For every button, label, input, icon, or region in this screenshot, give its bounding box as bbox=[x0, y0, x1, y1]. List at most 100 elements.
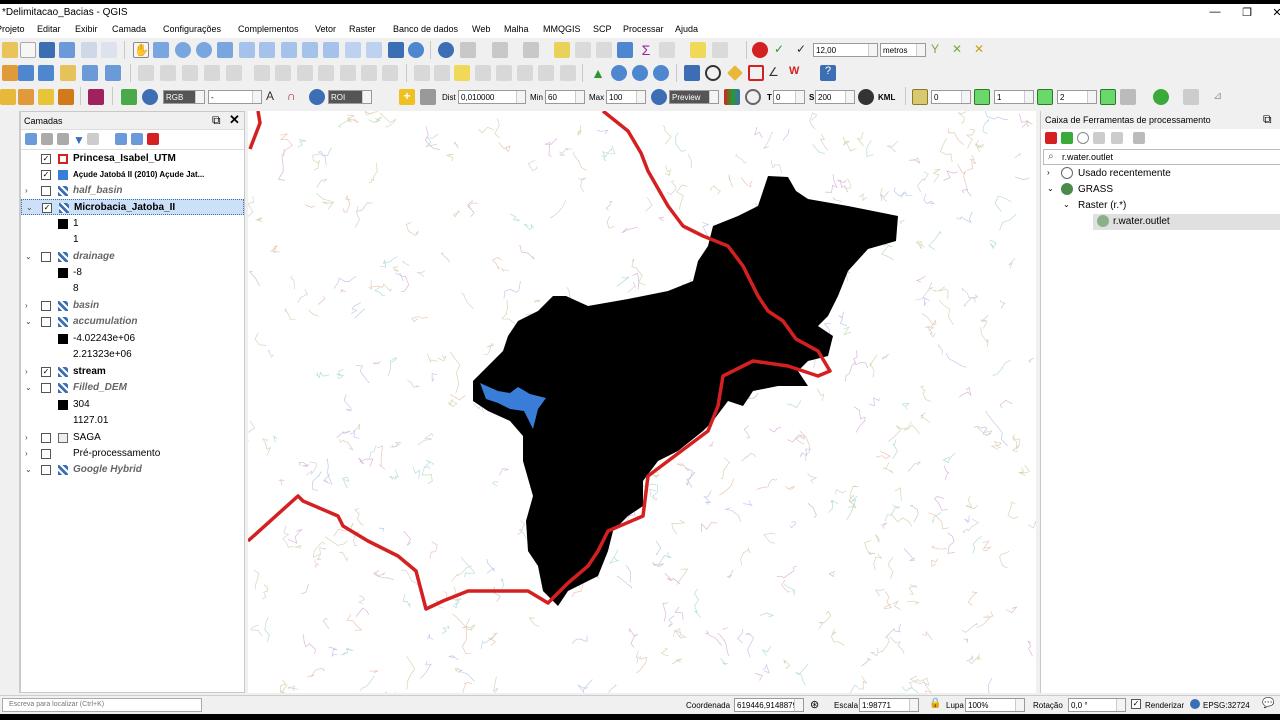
layer-microbacia-jatoba[interactable]: ⌄ ✓ Microbacia_Jatoba_II bbox=[21, 199, 244, 215]
globe-zoom-icon[interactable] bbox=[632, 65, 648, 81]
collapse-icon[interactable]: ⌄ bbox=[25, 380, 32, 396]
vertex-tool-icon[interactable] bbox=[226, 65, 242, 81]
group-pre-processamento[interactable]: › Pré-processamento bbox=[21, 446, 244, 462]
scripts-icon[interactable] bbox=[1061, 132, 1073, 144]
add-spatialite-icon[interactable] bbox=[60, 65, 76, 81]
green-globe-icon[interactable] bbox=[1153, 89, 1169, 105]
processing-toolbox-icon[interactable] bbox=[617, 42, 633, 58]
annotation-icon[interactable] bbox=[712, 42, 728, 58]
pan-hand-icon[interactable]: ✋ bbox=[133, 42, 149, 58]
undo-icon[interactable] bbox=[361, 65, 377, 81]
reset-icon[interactable] bbox=[745, 89, 761, 105]
new-map-view-icon[interactable] bbox=[345, 42, 361, 58]
close-window-icon[interactable]: ✕ bbox=[1262, 6, 1280, 19]
menu-scp[interactable]: SCP bbox=[593, 24, 612, 34]
deselect-icon[interactable] bbox=[554, 42, 570, 58]
cut-features-icon[interactable] bbox=[297, 65, 313, 81]
tree-recent[interactable]: › Usado recentemente bbox=[1041, 166, 1280, 182]
wfs-icon[interactable]: W bbox=[789, 65, 805, 81]
layer-basin[interactable]: › basin bbox=[21, 298, 244, 314]
layer-accumulation[interactable]: ⌄ accumulation bbox=[21, 314, 244, 330]
add-delimited-icon[interactable] bbox=[38, 65, 54, 81]
measure-icon[interactable] bbox=[659, 42, 675, 58]
edit-in-place-icon[interactable] bbox=[1111, 132, 1123, 144]
options-icon[interactable] bbox=[1133, 132, 1145, 144]
minimize-icon[interactable]: — bbox=[1200, 6, 1230, 18]
plugin-gray-icon[interactable] bbox=[1183, 89, 1199, 105]
layer-checkbox[interactable] bbox=[41, 317, 51, 327]
layer-checkbox[interactable] bbox=[41, 383, 51, 393]
collapse-icon[interactable]: ⌄ bbox=[25, 314, 32, 330]
menu-editar[interactable]: Editar bbox=[37, 24, 61, 34]
angle-tool-icon[interactable]: ∠ bbox=[768, 65, 784, 81]
tree-raster[interactable]: ⌄ Raster (r.*) bbox=[1041, 198, 1280, 214]
layer-checkbox[interactable] bbox=[41, 465, 51, 475]
identify-icon[interactable] bbox=[438, 42, 454, 58]
undock-icon[interactable]: ⧉ bbox=[212, 113, 221, 128]
undock-toolbox-icon[interactable]: ⧉ bbox=[1263, 112, 1272, 127]
max-input[interactable]: 100 bbox=[606, 90, 646, 104]
layer-drainage[interactable]: ⌄ drainage bbox=[21, 249, 244, 265]
add-raster-icon[interactable] bbox=[18, 65, 34, 81]
zoom-full-icon[interactable] bbox=[217, 42, 233, 58]
close-panel-icon[interactable]: ✕ bbox=[229, 112, 240, 128]
add-group-icon[interactable] bbox=[41, 133, 53, 145]
python-console-icon[interactable] bbox=[684, 65, 700, 81]
copy-features-icon[interactable] bbox=[318, 65, 334, 81]
tolerance-input[interactable]: 12,00 bbox=[813, 43, 878, 57]
render-checkbox[interactable]: ✓ bbox=[1131, 699, 1141, 709]
menu-configuracoes[interactable]: Configurações bbox=[163, 24, 221, 34]
polygon-tool-icon[interactable] bbox=[748, 65, 764, 81]
band-combo-select[interactable]: RGB bbox=[163, 90, 205, 104]
tree-r-water-outlet[interactable]: r.water.outlet bbox=[1093, 214, 1280, 230]
redo-roi-icon[interactable] bbox=[420, 89, 436, 105]
database-icon[interactable] bbox=[858, 89, 874, 105]
kml-label[interactable]: KML bbox=[878, 93, 895, 102]
scp-zoom-icon[interactable] bbox=[142, 89, 158, 105]
collapse-icon[interactable]: ⌄ bbox=[1063, 200, 1070, 209]
expand-all-icon[interactable] bbox=[115, 133, 127, 145]
menu-malha[interactable]: Malha bbox=[504, 24, 529, 34]
coordinate-field[interactable]: 619446,9148879 bbox=[734, 698, 804, 712]
dist-input[interactable]: 0,010000 bbox=[458, 90, 526, 104]
layer-stream[interactable]: › ✓ stream bbox=[21, 364, 244, 380]
field-calculator-icon[interactable] bbox=[596, 42, 612, 58]
layout-manager-icon[interactable] bbox=[101, 42, 117, 58]
crs-label[interactable]: EPSG:32724 bbox=[1203, 701, 1250, 710]
menu-raster[interactable]: Raster bbox=[349, 24, 376, 34]
add-wms-icon[interactable] bbox=[82, 65, 98, 81]
triangle-icon[interactable]: ▲ bbox=[590, 65, 606, 81]
group-saga[interactable]: › SAGA bbox=[21, 430, 244, 446]
expand-icon[interactable]: › bbox=[25, 183, 28, 199]
zoom-in-icon[interactable] bbox=[175, 42, 191, 58]
rotation-field[interactable]: 0,0 ° bbox=[1068, 698, 1126, 712]
globe-icon[interactable] bbox=[611, 65, 627, 81]
run-action-icon[interactable] bbox=[460, 42, 476, 58]
redo-icon[interactable] bbox=[382, 65, 398, 81]
collapse-all-icon[interactable] bbox=[131, 133, 143, 145]
lock-icon[interactable]: 🔒 bbox=[929, 698, 941, 709]
menu-camada[interactable]: Camada bbox=[112, 24, 146, 34]
zoom-to-layer-icon[interactable] bbox=[259, 42, 275, 58]
select-features-icon[interactable] bbox=[492, 42, 508, 58]
layer-princesa-isabel[interactable]: ✓ Princesa_Isabel_UTM bbox=[21, 151, 244, 167]
grid-icon[interactable] bbox=[912, 89, 928, 105]
zoom-to-selection-icon[interactable] bbox=[239, 42, 255, 58]
intersection-icon[interactable]: ✕ bbox=[952, 42, 968, 58]
delete-selected-icon[interactable] bbox=[275, 65, 291, 81]
remove-layer-icon[interactable] bbox=[147, 133, 159, 145]
circle-tool-icon[interactable] bbox=[705, 65, 721, 81]
locator-input[interactable]: Escreva para localizar (Ctrl+K) bbox=[2, 698, 202, 712]
style-icon[interactable] bbox=[25, 133, 37, 145]
zoom-native-icon[interactable] bbox=[281, 42, 297, 58]
maximize-icon[interactable]: ❐ bbox=[1232, 6, 1262, 19]
save-project-icon[interactable] bbox=[39, 42, 55, 58]
expand-icon[interactable]: › bbox=[25, 430, 28, 446]
preview-toggle[interactable]: Preview bbox=[669, 90, 719, 104]
step-1-icon[interactable] bbox=[974, 89, 990, 105]
label-change-icon[interactable] bbox=[517, 65, 533, 81]
statistics-sigma-icon[interactable]: Σ bbox=[638, 42, 654, 58]
refresh-icon[interactable] bbox=[408, 42, 424, 58]
roi-region-icon[interactable]: ∩ bbox=[287, 89, 303, 105]
step-2-icon[interactable] bbox=[1037, 89, 1053, 105]
